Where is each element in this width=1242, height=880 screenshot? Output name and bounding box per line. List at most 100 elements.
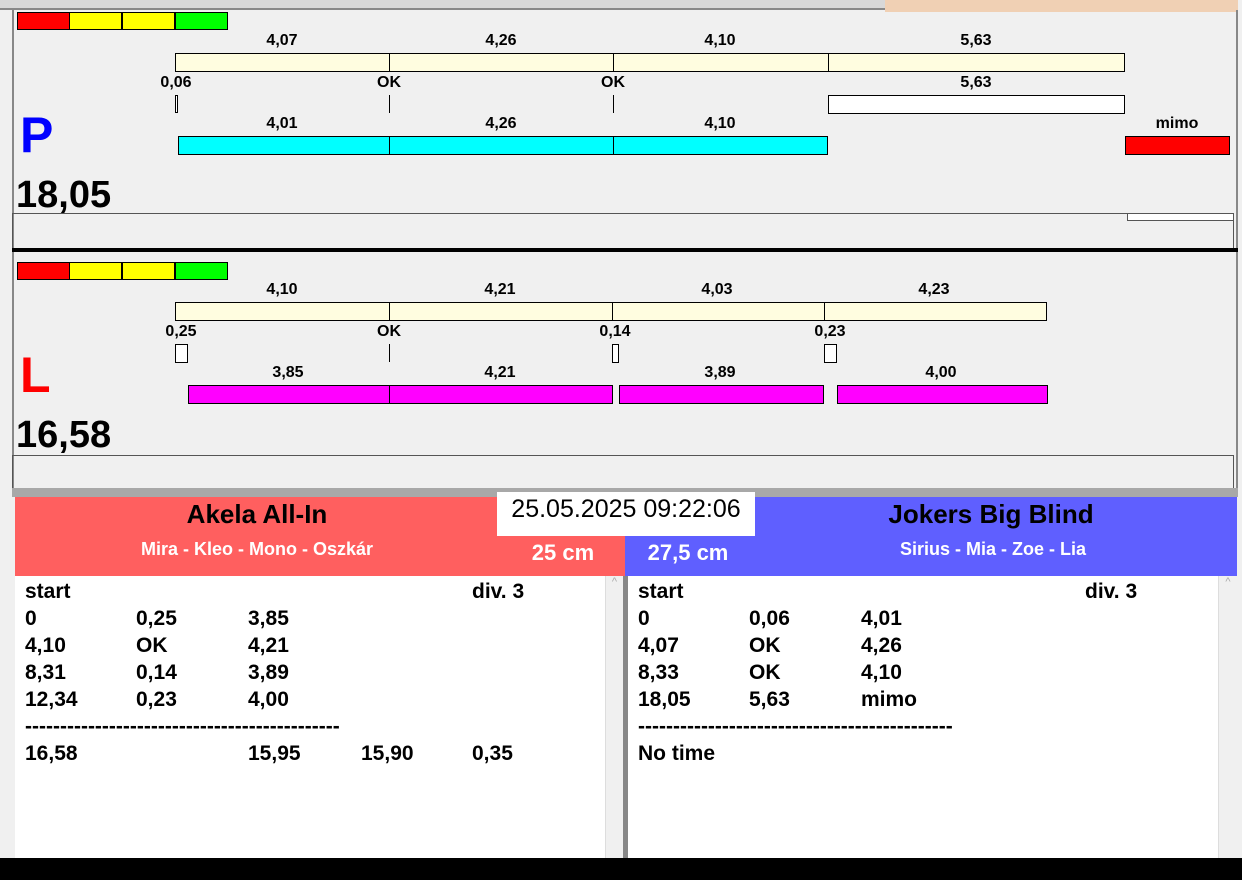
diff-label: 0,14 [599,323,631,340]
legend-green [175,262,228,280]
legend-green [175,12,228,30]
out-segment [1125,136,1230,155]
segment-label: 4,10 [704,32,736,49]
team-b-size: 27,5 cm [647,540,729,565]
list-cell: 8,33 [638,661,679,684]
legend-red [17,262,70,280]
list-cell: OK [749,634,781,657]
diff-label: 0,25 [165,323,197,340]
team-b-members: Sirius - Mia - Zoe - Lia [899,539,1087,559]
diff-label: OK [601,74,625,91]
list-cell: 4,21 [248,634,289,657]
segment-label: 4,10 [704,115,736,132]
progress-track [12,213,1234,249]
list-separator: ----------------------------------------… [25,715,340,738]
diff-label: OK [377,74,401,91]
run-segment [188,385,390,404]
run-segment [613,136,828,155]
segment-label: 4,03 [701,281,733,298]
list-cell: 0,23 [136,688,177,711]
segment-label: 4,10 [266,281,298,298]
team-a-scrollbar[interactable]: ^ [605,576,623,858]
diff-label: 0,06 [160,74,192,91]
reference-segment [389,53,614,72]
legend-yellow [69,262,122,280]
summary-cell: 0,35 [472,742,513,765]
list-cell: 4,10 [25,634,66,657]
diff-marker [828,95,1125,114]
list-cell: 0 [638,607,650,630]
reference-segment [175,302,390,321]
list-cell: 12,34 [25,688,78,711]
team-a-members: Mira - Kleo - Mono - Oszkár [140,539,374,559]
legend-red [17,12,70,30]
diff-label: OK [377,323,401,340]
list-separator: ----------------------------------------… [638,715,953,738]
diff-marker [613,95,614,113]
list-cell: 0,06 [749,607,790,630]
segment-label: 3,89 [704,364,736,381]
reference-segment [824,302,1047,321]
team-a-name: Akela All-In [186,499,328,529]
segment-label: 5,63 [960,32,992,49]
list-cell: 3,85 [248,607,289,630]
segment-label: 4,26 [485,115,517,132]
list-cell: OK [749,661,781,684]
side-letter: P [20,107,54,163]
progress-track [12,455,1234,488]
datetime: 25.05.2025 09:22:06 [497,492,755,536]
list-cell: 18,05 [638,688,691,711]
segment-label: 4,00 [925,364,957,381]
tab-strip [0,0,885,10]
diff-marker [389,344,390,362]
team-b-scrollbar[interactable]: ^ [1218,576,1237,858]
run-segment [837,385,1048,404]
diff-label: 0,23 [814,323,846,340]
reference-segment [389,302,613,321]
list-cell: 8,31 [25,661,66,684]
legend-yellow [69,12,122,30]
list-cell: 4,07 [638,634,679,657]
diff-marker [824,344,837,363]
legend-yellow [122,12,175,30]
diff-marker [175,344,188,363]
run-segment [389,385,613,404]
progress-marker [1127,213,1234,221]
total-time: 16,58 [16,414,112,456]
diff-label: 5,63 [960,74,992,91]
list-cell: 0,25 [136,607,177,630]
list-cell: 4,00 [248,688,289,711]
list-header-start: start [638,580,684,603]
list-cell: mimo [861,688,918,711]
run-segment [178,136,390,155]
total-time: 18,05 [16,174,112,216]
list-cell: 4,26 [861,634,902,657]
track-panel-left [12,252,1238,488]
list-header-div: div. 3 [1085,580,1138,603]
summary-cell: 16,58 [25,742,78,765]
segment-label: 4,23 [918,281,950,298]
list-cell: 0 [25,607,37,630]
summary-cell: 15,90 [361,742,414,765]
list-header-div: div. 3 [472,580,525,603]
reference-segment [175,53,390,72]
team-a-size: 25 cm [531,540,595,565]
segment-label: 4,01 [266,115,298,132]
team-b-name: Jokers Big Blind [888,499,1094,529]
summary-cell: 15,95 [248,742,301,765]
list-cell: 4,10 [861,661,902,684]
segment-label: 4,26 [485,32,517,49]
segment-label: 3,85 [272,364,304,381]
list-cell: 4,01 [861,607,902,630]
legend-yellow [122,262,175,280]
list-cell: OK [136,634,168,657]
side-letter: L [20,347,51,403]
segment-label: 4,21 [484,364,516,381]
out-label: mimo [1155,115,1199,132]
reference-segment [613,53,829,72]
diff-marker [612,344,619,363]
segment-label: 4,07 [266,32,298,49]
summary-cell: No time [638,742,716,765]
diff-marker [175,95,178,113]
segment-label: 4,21 [484,281,516,298]
